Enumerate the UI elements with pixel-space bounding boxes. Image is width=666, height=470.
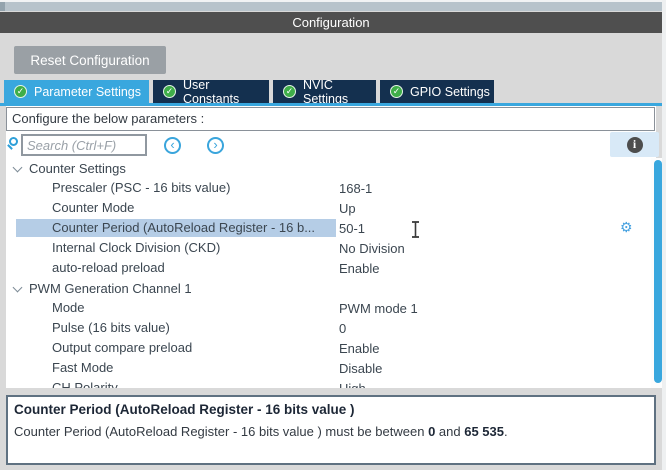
- tab-label: NVIC Settings: [303, 78, 376, 106]
- parameters-header: Configure the below parameters :: [6, 107, 655, 131]
- window-right-edge: [662, 0, 666, 470]
- configuration-dialog: Configuration Reset Configuration ✓ Para…: [0, 0, 666, 470]
- param-name: Internal Clock Division (CKD): [16, 239, 336, 257]
- search-input[interactable]: [21, 134, 147, 156]
- param-value[interactable]: PWM mode 1: [339, 301, 418, 316]
- tab-nvic-settings[interactable]: ✓ NVIC Settings: [273, 80, 376, 103]
- table-row-ch-polarity[interactable]: CH Polarity High: [6, 378, 654, 388]
- search-next-button[interactable]: ›: [207, 137, 224, 154]
- param-name: Pulse (16 bits value): [16, 319, 336, 337]
- param-name: auto-reload preload: [16, 259, 336, 277]
- search-icon: [9, 137, 18, 146]
- param-value[interactable]: High: [339, 381, 366, 389]
- dialog-title-bar[interactable]: Configuration: [0, 12, 662, 33]
- scrollbar-thumb[interactable]: [654, 160, 662, 383]
- tab-label: Parameter Settings: [34, 85, 141, 99]
- param-name: Fast Mode: [16, 359, 336, 377]
- check-badge-icon: ✓: [390, 85, 403, 98]
- table-row-clock-division[interactable]: Internal Clock Division (CKD) No Divisio…: [6, 238, 654, 258]
- param-name: Output compare preload: [16, 339, 336, 357]
- param-name: Mode: [16, 299, 336, 317]
- text-cursor-icon: [411, 221, 420, 238]
- table-row-counter-period[interactable]: Counter Period (AutoReload Register - 16…: [6, 218, 654, 238]
- chevron-left-icon: ‹: [170, 137, 174, 152]
- window-top-corner: [0, 2, 5, 11]
- help-title: Counter Period (AutoReload Register - 16…: [14, 402, 648, 417]
- check-badge-icon: ✓: [283, 85, 296, 98]
- tab-gpio-settings[interactable]: ✓ GPIO Settings: [380, 80, 494, 103]
- tree-group-pwm-channel-1[interactable]: PWM Generation Channel 1: [6, 278, 654, 298]
- tab-user-constants[interactable]: ✓ User Constants: [153, 80, 269, 103]
- param-value[interactable]: Enable: [339, 261, 379, 276]
- group-label: Counter Settings: [6, 161, 126, 176]
- tab-label: GPIO Settings: [410, 85, 490, 99]
- param-name: Counter Mode: [16, 199, 336, 217]
- table-row-counter-mode[interactable]: Counter Mode Up: [6, 198, 654, 218]
- table-row-prescaler[interactable]: Prescaler (PSC - 16 bits value) 168-1: [6, 178, 654, 198]
- help-text: and: [435, 424, 464, 439]
- gear-icon[interactable]: ⚙: [620, 219, 633, 236]
- param-value[interactable]: No Division: [339, 241, 405, 256]
- reset-configuration-button[interactable]: Reset Configuration: [14, 46, 166, 74]
- group-label: PWM Generation Channel 1: [6, 281, 192, 296]
- param-value[interactable]: 50-1: [339, 221, 365, 236]
- table-row-autoreload-preload[interactable]: auto-reload preload Enable: [6, 258, 654, 278]
- param-value[interactable]: Enable: [339, 341, 379, 356]
- info-icon: i: [627, 137, 643, 153]
- tree-group-counter-settings[interactable]: Counter Settings: [6, 158, 654, 178]
- max-value: 65 535: [464, 424, 504, 439]
- param-name: Counter Period (AutoReload Register - 16…: [16, 219, 336, 237]
- param-value[interactable]: Disable: [339, 361, 382, 376]
- help-text: Counter Period (AutoReload Register - 16…: [14, 424, 428, 439]
- chevron-right-icon: ›: [213, 137, 217, 152]
- param-name: CH Polarity: [16, 379, 336, 388]
- table-row-pulse[interactable]: Pulse (16 bits value) 0: [6, 318, 654, 338]
- search-previous-button[interactable]: ‹: [164, 137, 181, 154]
- parameter-help-panel: Counter Period (AutoReload Register - 16…: [6, 395, 656, 465]
- help-description: Counter Period (AutoReload Register - 16…: [14, 424, 648, 439]
- tab-parameter-settings[interactable]: ✓ Parameter Settings: [4, 80, 149, 103]
- help-text: .: [504, 424, 508, 439]
- table-row-output-compare-preload[interactable]: Output compare preload Enable: [6, 338, 654, 358]
- param-name: Prescaler (PSC - 16 bits value): [16, 179, 336, 197]
- check-badge-icon: ✓: [14, 85, 27, 98]
- tab-label: User Constants: [183, 78, 269, 106]
- check-badge-icon: ✓: [163, 85, 176, 98]
- param-value[interactable]: 168-1: [339, 181, 372, 196]
- table-row-mode[interactable]: Mode PWM mode 1: [6, 298, 654, 318]
- info-button[interactable]: i: [610, 132, 659, 157]
- window-top-strip: [0, 2, 666, 11]
- param-value[interactable]: Up: [339, 201, 356, 216]
- param-value[interactable]: 0: [339, 321, 346, 336]
- dialog-title: Configuration: [292, 15, 369, 30]
- table-row-fast-mode[interactable]: Fast Mode Disable: [6, 358, 654, 378]
- parameters-tree: Counter Settings Prescaler (PSC - 16 bit…: [6, 158, 654, 388]
